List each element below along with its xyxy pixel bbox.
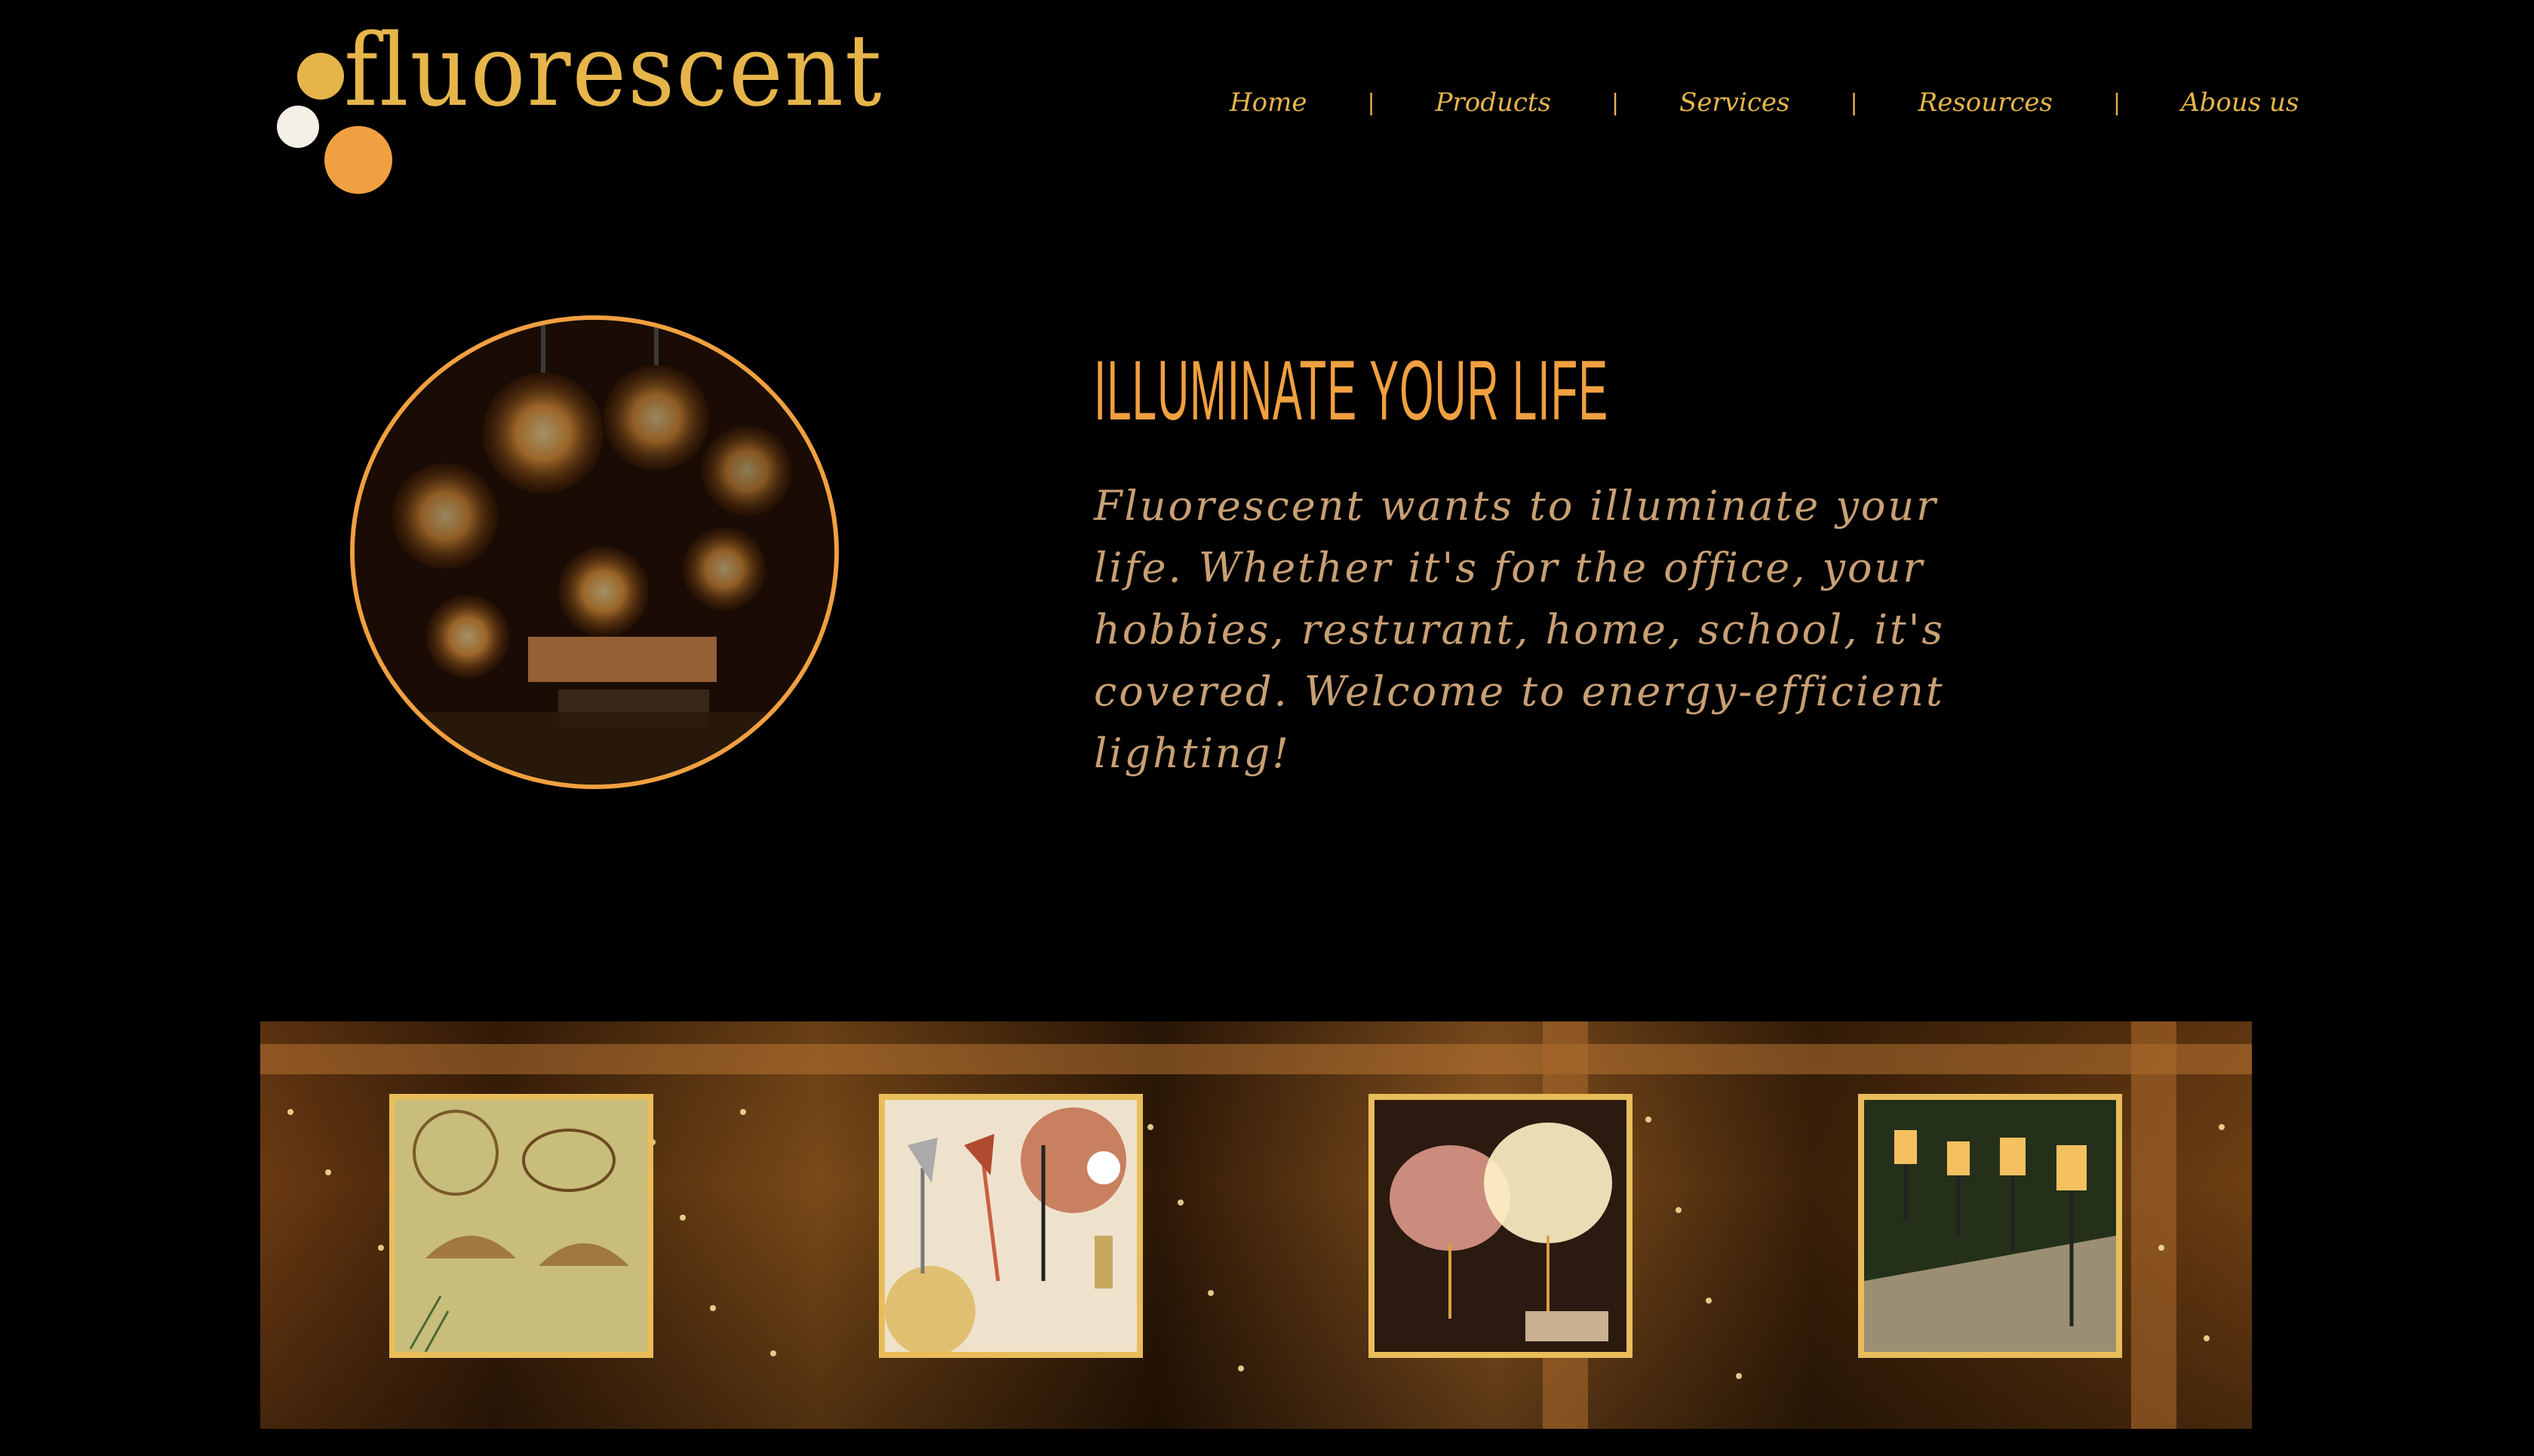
site-logo[interactable]: fluorescent xyxy=(275,21,882,194)
path-lights-image xyxy=(1864,1100,2116,1352)
page: fluorescent Home | Products | Services |… xyxy=(0,0,2534,1456)
nav-about-us[interactable]: Abous us xyxy=(2181,88,2299,118)
nav-resources[interactable]: Resources xyxy=(1918,88,2053,118)
desk-lamps-image xyxy=(885,1100,1137,1352)
main-nav: Home | Products | Services | Resources |… xyxy=(1230,81,2299,124)
nav-products[interactable]: Products xyxy=(1436,88,1551,118)
hero-heading: ILLUMINATE YOUR LIFE xyxy=(1094,343,1609,438)
logo-wordmark: fluorescent xyxy=(344,13,883,129)
nav-separator: | xyxy=(2113,89,2121,116)
product-tile-pendant-lamps[interactable] xyxy=(389,1094,653,1358)
nav-services[interactable]: Services xyxy=(1679,88,1789,118)
product-tile-feather-lamps[interactable] xyxy=(1368,1094,1633,1358)
product-gallery-banner xyxy=(260,1021,2252,1429)
feather-lamps-image xyxy=(1375,1100,1626,1352)
nav-separator: | xyxy=(1611,89,1620,116)
logo-orange-dot xyxy=(324,126,392,194)
hero-bulbs-image xyxy=(350,315,839,789)
logo-yellow-dot xyxy=(297,53,344,100)
pendant-lamps-image xyxy=(395,1100,647,1352)
bulbs-illustration xyxy=(355,320,834,785)
product-tile-desk-lamps[interactable] xyxy=(879,1094,1143,1358)
logo-white-dot xyxy=(277,106,319,148)
nav-separator: | xyxy=(1367,89,1375,116)
nav-separator: | xyxy=(1850,89,1858,116)
hero-description: Fluorescent wants to illuminate your lif… xyxy=(1094,482,1946,777)
product-tile-path-lights[interactable] xyxy=(1858,1094,2122,1358)
nav-home[interactable]: Home xyxy=(1230,88,1307,118)
